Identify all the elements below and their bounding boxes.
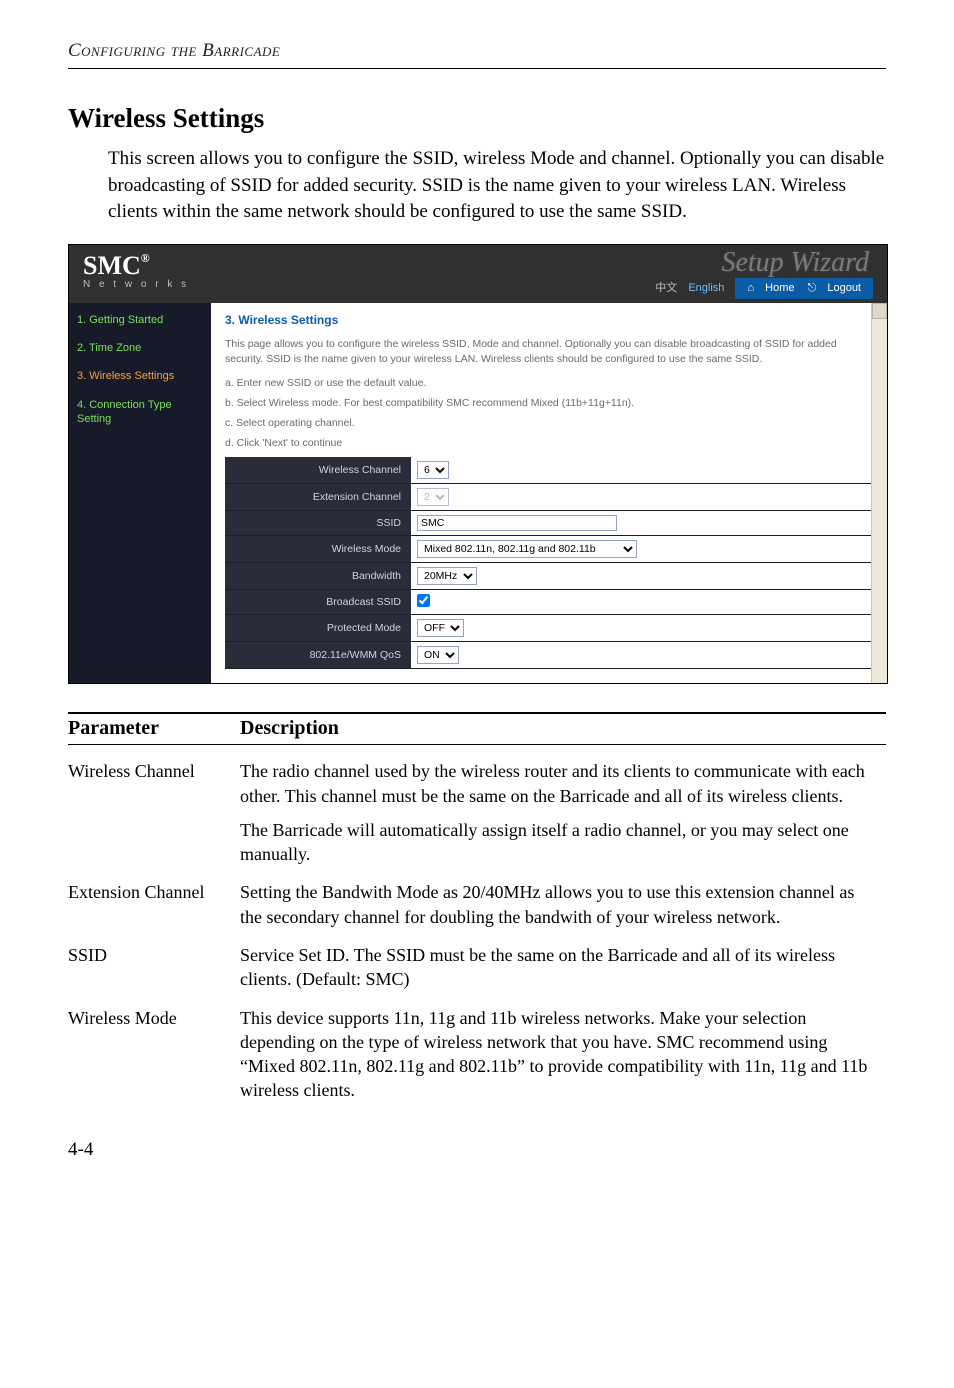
sidebar-item-time-zone[interactable]: 2. Time Zone [77,341,203,355]
home-logout-box: ⌂ Home ⎋ Logout [735,278,873,299]
select-protected-mode[interactable]: OFF [417,619,464,637]
scroll-up-icon[interactable] [872,303,887,319]
row-wireless-channel: Wireless Channel 6 [225,457,875,484]
label-extension-channel: Extension Channel [225,486,411,508]
select-wmm-qos[interactable]: ON [417,646,459,664]
page-number: 4-4 [68,1139,886,1161]
param-name: Wireless Mode [68,1000,240,1111]
screenshot-header: SMC® N e t w o r k s Setup Wizard 中文 Eng… [69,245,887,303]
label-wmm-qos: 802.11e/WMM QoS [225,644,411,666]
logout-icon: ⎋ [808,282,817,294]
screenshot-panel: SMC® N e t w o r k s Setup Wizard 中文 Eng… [68,244,888,684]
checkbox-broadcast-ssid[interactable] [417,594,430,607]
label-ssid: SSID [225,512,411,534]
table-top-rule [68,712,886,714]
brand-subtext: N e t w o r k s [83,279,189,290]
row-wireless-mode: Wireless Mode Mixed 802.11n, 802.11g and… [225,536,875,563]
param-desc: Setting the Bandwith Mode as 20/40MHz al… [240,874,886,937]
lang-chinese-link[interactable]: 中文 [655,282,677,294]
input-ssid[interactable] [417,515,617,531]
lang-english-link[interactable]: English [688,282,724,294]
step-a: a. Enter new SSID or use the default val… [225,377,875,389]
label-bandwidth: Bandwidth [225,565,411,587]
param-desc: Service Set ID. The SSID must be the sam… [240,937,886,1000]
select-bandwidth[interactable]: 20MHz [417,567,477,585]
parameter-table: Parameter Description Wireless Channel T… [68,717,886,1111]
sidebar-item-wireless-settings[interactable]: 3. Wireless Settings [77,369,203,383]
table-row: Extension Channel Setting the Bandwith M… [68,874,886,937]
label-wireless-channel: Wireless Channel [225,459,411,481]
table-row: Wireless Channel The radio channel used … [68,753,886,874]
table-row: SSID Service Set ID. The SSID must be th… [68,937,886,1000]
row-wmm-qos: 802.11e/WMM QoS ON [225,642,875,669]
sidebar-item-connection-type[interactable]: 4. Connection Type Setting [77,398,203,427]
row-bandwidth: Bandwidth 20MHz [225,563,875,590]
param-desc: This device supports 11n, 11g and 11b wi… [240,1000,886,1111]
table-row: Wireless Mode This device supports 11n, … [68,1000,886,1111]
step-c: c. Select operating channel. [225,417,875,429]
param-desc-p2: The Barricade will automatically assign … [240,818,880,867]
row-protected-mode: Protected Mode OFF [225,615,875,642]
row-ssid: SSID [225,511,875,536]
panel-intro: This page allows you to configure the wi… [225,337,875,367]
home-link[interactable]: Home [765,282,794,294]
label-broadcast-ssid: Broadcast SSID [225,591,411,613]
header-rule [68,68,886,69]
param-name: Extension Channel [68,874,240,937]
param-name: SSID [68,937,240,1000]
form-rows: Wireless Channel 6 Extension Channel 2 S… [225,457,875,669]
select-wireless-mode[interactable]: Mixed 802.11n, 802.11g and 802.11b [417,540,637,558]
step-b: b. Select Wireless mode. For best compat… [225,397,875,409]
label-wireless-mode: Wireless Mode [225,538,411,560]
brand-logo-text: SMC [83,251,141,280]
th-parameter: Parameter [68,717,240,744]
select-extension-channel: 2 [417,488,449,506]
wizard-main-panel: 3. Wireless Settings This page allows yo… [211,303,887,683]
param-desc-p1: The radio channel used by the wireless r… [240,759,880,808]
section-heading: Wireless Settings [68,103,886,134]
table-header-rule [68,744,886,745]
param-name: Wireless Channel [68,753,240,874]
select-wireless-channel[interactable]: 6 [417,461,449,479]
registered-mark-icon: ® [141,251,150,265]
step-d: d. Click 'Next' to continue [225,437,875,449]
panel-title: 3. Wireless Settings [225,313,875,327]
language-bar: 中文 English ⌂ Home ⎋ Logout [651,278,877,299]
section-intro-paragraph: This screen allows you to configure the … [108,146,886,226]
wizard-sidebar: 1. Getting Started 2. Time Zone 3. Wirel… [69,303,211,683]
logout-link[interactable]: Logout [827,282,861,294]
th-description: Description [240,717,886,744]
label-protected-mode: Protected Mode [225,617,411,639]
param-desc: The radio channel used by the wireless r… [240,753,886,874]
home-icon: ⌂ [747,282,754,294]
scrollbar[interactable] [871,303,887,683]
sidebar-item-getting-started[interactable]: 1. Getting Started [77,313,203,327]
running-header: Configuring the Barricade [68,40,886,62]
row-broadcast-ssid: Broadcast SSID [225,590,875,615]
row-extension-channel: Extension Channel 2 [225,484,875,511]
wizard-title: Setup Wizard [721,247,869,279]
brand-logo: SMC® [83,251,150,281]
